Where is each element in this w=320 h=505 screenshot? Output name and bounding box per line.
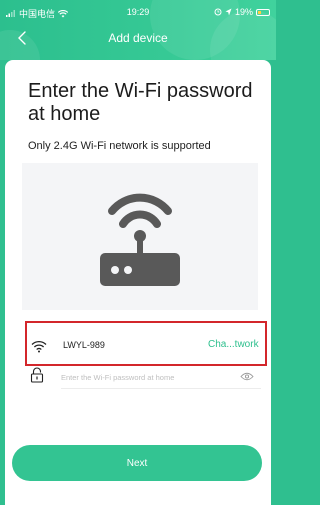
password-input[interactable] (61, 370, 231, 384)
lock-icon (30, 367, 44, 383)
location-arrow-icon (225, 8, 232, 16)
battery-icon (256, 8, 270, 16)
wifi-ssid: LWYL-989 (63, 340, 105, 350)
status-right: 19% (214, 7, 270, 17)
nav-bar: Add device (0, 26, 276, 52)
router-icon (100, 193, 180, 286)
wifi-icon (31, 340, 47, 353)
status-bar: 中国电信 19:29 19% (0, 0, 276, 22)
next-button[interactable]: Next (12, 445, 262, 481)
eye-icon[interactable] (240, 372, 254, 381)
page-header-title: Add device (108, 31, 168, 45)
router-illustration (22, 163, 258, 310)
subtitle: Only 2.4G Wi-Fi network is supported (28, 140, 211, 152)
alarm-icon (214, 8, 222, 16)
password-underline (61, 388, 261, 389)
battery-percent: 19% (234, 7, 253, 17)
page-title: Enter the Wi-Fi password at home (28, 80, 253, 125)
change-network-link[interactable]: Cha...twork (208, 339, 259, 350)
